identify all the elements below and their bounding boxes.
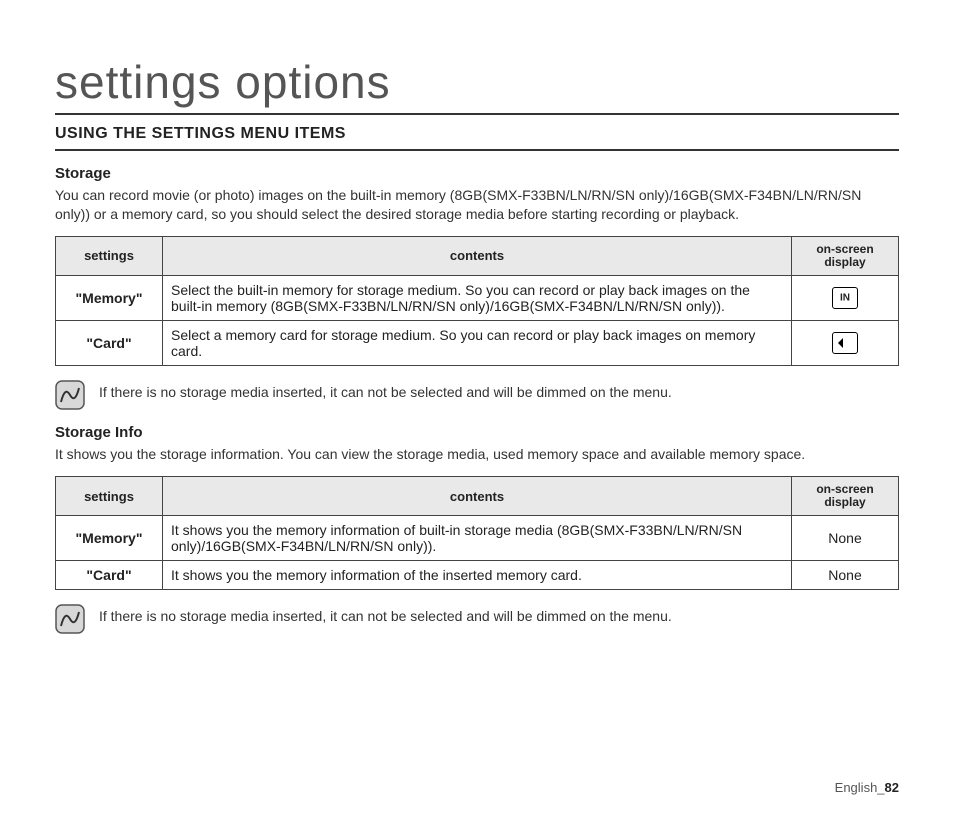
note-icon bbox=[55, 604, 85, 634]
setting-content: Select the built-in memory for storage m… bbox=[163, 276, 792, 321]
section-heading: USING THE SETTINGS MENU ITEMS bbox=[55, 125, 899, 151]
setting-name: "Card" bbox=[56, 561, 163, 590]
footer-lang: English bbox=[835, 780, 878, 795]
setting-display: IN bbox=[792, 276, 899, 321]
table-row: "Card" Select a memory card for storage … bbox=[56, 321, 899, 366]
memory-in-icon: IN bbox=[832, 287, 858, 309]
note-text: If there is no storage media inserted, i… bbox=[99, 604, 672, 627]
col-contents: contents bbox=[163, 236, 792, 275]
storage-info-note: If there is no storage media inserted, i… bbox=[55, 604, 899, 634]
storage-heading: Storage bbox=[55, 165, 899, 182]
table-row: "Memory" Select the built-in memory for … bbox=[56, 276, 899, 321]
setting-name: "Memory" bbox=[56, 516, 163, 561]
setting-display bbox=[792, 321, 899, 366]
setting-content: Select a memory card for storage medium.… bbox=[163, 321, 792, 366]
storage-note: If there is no storage media inserted, i… bbox=[55, 380, 899, 410]
col-display: on-screen display bbox=[792, 236, 899, 275]
storage-info-heading: Storage Info bbox=[55, 424, 899, 441]
table-row: "Memory" It shows you the memory informa… bbox=[56, 516, 899, 561]
storage-table: settings contents on-screen display "Mem… bbox=[55, 236, 899, 366]
col-settings: settings bbox=[56, 477, 163, 516]
col-display: on-screen display bbox=[792, 477, 899, 516]
footer-page: 82 bbox=[885, 780, 899, 795]
note-text: If there is no storage media inserted, i… bbox=[99, 380, 672, 403]
col-settings: settings bbox=[56, 236, 163, 275]
setting-display: None bbox=[792, 561, 899, 590]
note-icon bbox=[55, 380, 85, 410]
manual-page: settings options USING THE SETTINGS MENU… bbox=[0, 0, 954, 825]
footer-sep: _ bbox=[877, 780, 884, 795]
setting-content: It shows you the memory information of b… bbox=[163, 516, 792, 561]
memory-card-icon bbox=[832, 332, 858, 354]
setting-name: "Card" bbox=[56, 321, 163, 366]
setting-name: "Memory" bbox=[56, 276, 163, 321]
table-row: "Card" It shows you the memory informati… bbox=[56, 561, 899, 590]
setting-content: It shows you the memory information of t… bbox=[163, 561, 792, 590]
setting-display: None bbox=[792, 516, 899, 561]
page-footer: English_82 bbox=[835, 780, 899, 795]
storage-info-desc: It shows you the storage information. Yo… bbox=[55, 445, 899, 464]
col-contents: contents bbox=[163, 477, 792, 516]
storage-info-table: settings contents on-screen display "Mem… bbox=[55, 476, 899, 590]
page-title: settings options bbox=[55, 55, 899, 115]
storage-desc: You can record movie (or photo) images o… bbox=[55, 186, 899, 224]
